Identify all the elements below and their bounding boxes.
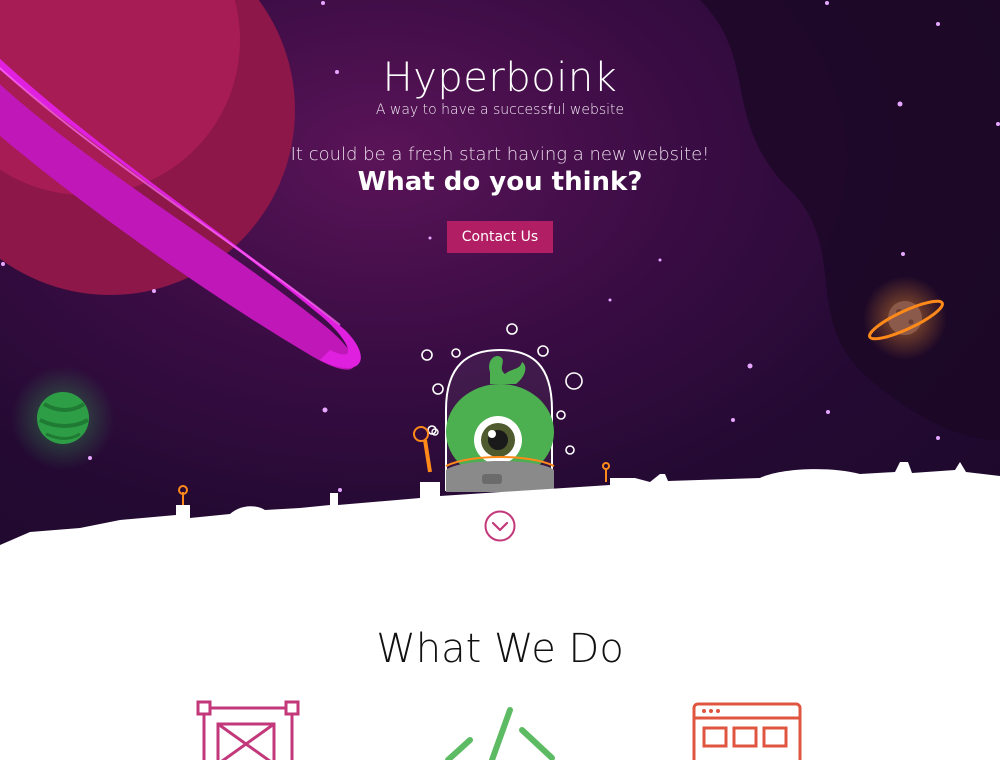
design-frame-icon: [196, 700, 300, 760]
hero-section: Hyperboink A way to have a successful we…: [0, 0, 1000, 560]
hero-headline: What do you think?: [357, 167, 643, 197]
code-icon: [445, 707, 555, 760]
alien-mascot: [445, 348, 555, 492]
brand-title: Hyperboink: [382, 55, 618, 101]
contact-us-button[interactable]: Contact Us: [446, 221, 554, 253]
brand-subtitle: A way to have a successful website: [375, 102, 625, 118]
scroll-down-button[interactable]: [484, 510, 516, 542]
planet-green: [11, 366, 115, 470]
hero-text: Hyperboink A way to have a successful we…: [0, 52, 1000, 253]
chevron-down-circle-icon: [484, 510, 516, 542]
planet-orange: [863, 276, 947, 360]
services-row: [0, 690, 1000, 760]
hero-tagline: It could be a fresh start having a new w…: [290, 144, 710, 165]
web-layout-icon: [692, 702, 802, 760]
what-we-do-title: What We Do: [376, 626, 624, 672]
